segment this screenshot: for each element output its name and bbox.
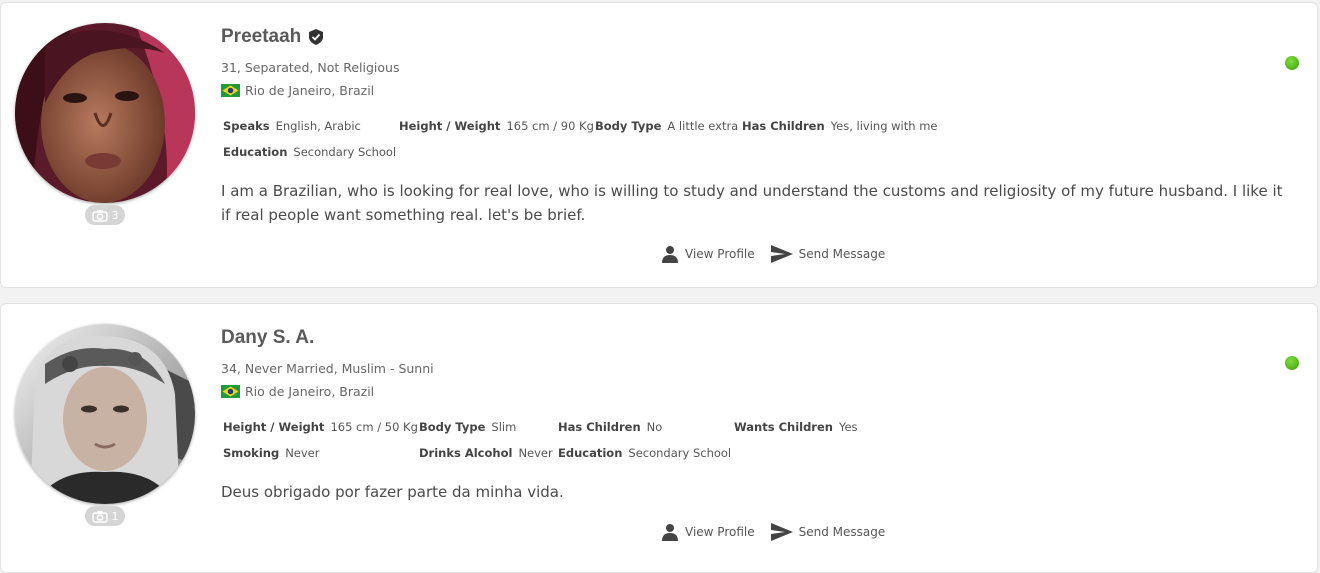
- view-profile-button[interactable]: View Profile: [661, 523, 755, 541]
- send-message-button[interactable]: Send Message: [770, 245, 886, 263]
- profile-summary: 31, Separated, Not Religious: [221, 60, 400, 75]
- online-status-indicator: [1285, 56, 1299, 70]
- attr-height-weight: Height / Weight 165 cm / 50 Kg: [223, 420, 418, 434]
- camera-icon: [91, 510, 108, 523]
- profile-photo[interactable]: [15, 23, 195, 203]
- profile-location: Rio de Janeiro, Brazil: [221, 384, 374, 399]
- attr-education: Education Secondary School: [223, 145, 397, 159]
- attr-body-type: Body Type A little extra: [595, 119, 739, 133]
- attr-speaks: Speaks English, Arabic: [223, 119, 361, 133]
- avatar-container: 3: [15, 23, 195, 228]
- attr-has-children: Has Children Yes, living with me: [742, 119, 938, 133]
- location-text: Rio de Janeiro, Brazil: [245, 384, 375, 399]
- view-profile-label: View Profile: [685, 525, 755, 539]
- camera-icon: [91, 209, 108, 222]
- attr-education: Education Secondary School: [558, 446, 732, 460]
- profile-bio: Deus obrigado por fazer parte da minha v…: [221, 483, 564, 501]
- profile-name[interactable]: Dany S. A.: [221, 327, 314, 349]
- photo-count-badge[interactable]: 1: [85, 506, 125, 526]
- profile-bio: I am a Brazilian, who is looking for rea…: [221, 182, 1283, 224]
- profile-actions: View Profile Send Message: [661, 523, 885, 541]
- person-icon: [662, 524, 678, 541]
- brazil-flag-icon: [221, 84, 240, 97]
- profile-card: 3 Preetaah 31, Separated, Not Religious …: [0, 2, 1318, 288]
- view-profile-button[interactable]: View Profile: [661, 245, 755, 263]
- attr-body-type: Body Type Slim: [419, 420, 517, 434]
- view-profile-label: View Profile: [685, 247, 755, 261]
- profile-card: 1 Dany S. A. 34, Never Married, Muslim -…: [0, 303, 1318, 573]
- person-icon: [662, 246, 678, 263]
- profile-name[interactable]: Preetaah: [221, 26, 301, 48]
- send-message-button[interactable]: Send Message: [770, 523, 886, 541]
- attr-wants-children: Wants Children Yes: [734, 420, 858, 434]
- attr-height-weight: Height / Weight 165 cm / 90 Kg: [399, 119, 594, 133]
- attr-has-children: Has Children No: [558, 420, 663, 434]
- profile-location: Rio de Janeiro, Brazil: [221, 83, 374, 98]
- send-message-label: Send Message: [798, 247, 886, 261]
- send-message-label: Send Message: [798, 525, 886, 539]
- photo-count-badge[interactable]: 3: [85, 205, 125, 225]
- avatar-container: 1: [15, 324, 195, 529]
- profile-summary: 34, Never Married, Muslim - Sunni: [221, 361, 434, 376]
- attr-drinks-alcohol: Drinks Alcohol Never: [419, 446, 553, 460]
- online-status-indicator: [1285, 356, 1299, 370]
- location-text: Rio de Janeiro, Brazil: [245, 83, 375, 98]
- verified-shield-icon: [309, 29, 324, 45]
- profile-actions: View Profile Send Message: [661, 245, 885, 263]
- profile-photo[interactable]: [15, 324, 195, 504]
- brazil-flag-icon: [221, 385, 240, 398]
- send-icon: [770, 523, 793, 541]
- photo-count: 3: [111, 208, 119, 222]
- send-icon: [770, 245, 793, 263]
- photo-count: 1: [111, 509, 119, 523]
- attr-smoking: Smoking Never: [223, 446, 320, 460]
